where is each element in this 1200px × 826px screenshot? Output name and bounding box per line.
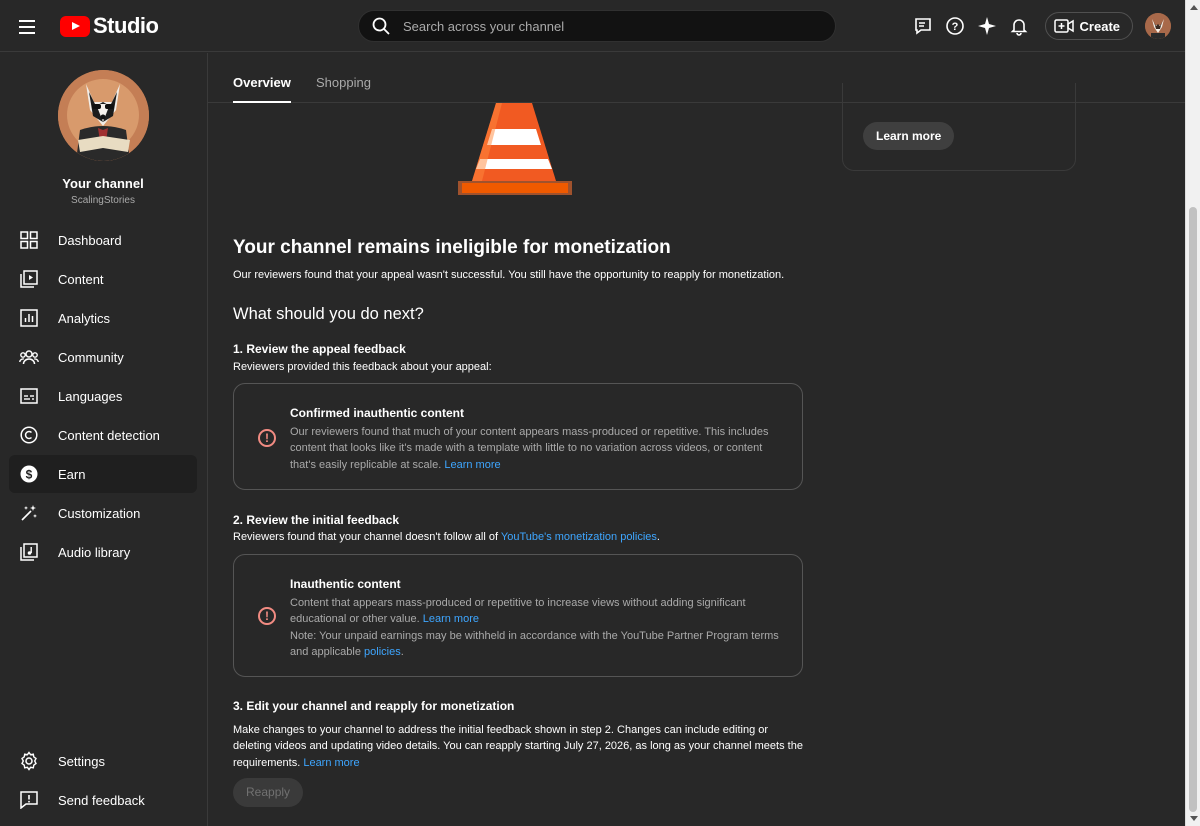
- channel-avatar[interactable]: [58, 70, 149, 161]
- sidebar-item-send-feedback[interactable]: Send feedback: [9, 781, 197, 819]
- initial-feedback-card: ! Inauthentic content Content that appea…: [233, 554, 803, 677]
- learn-more-button[interactable]: Learn more: [863, 122, 955, 150]
- scroll-up-arrow-icon[interactable]: [1190, 5, 1198, 10]
- page-title: Your channel remains ineligible for mone…: [233, 237, 671, 258]
- sidebar-item-label: Settings: [58, 753, 105, 769]
- top-bar: Studio ? Create: [0, 0, 1185, 52]
- sidebar-item-settings[interactable]: Settings: [9, 742, 197, 780]
- monetization-policies-link[interactable]: YouTube's monetization policies: [501, 531, 657, 543]
- sidebar-item-label: Analytics: [58, 310, 111, 326]
- sidebar-item-content-detection[interactable]: Content detection: [9, 416, 197, 454]
- step2-title: 2. Review the initial feedback: [233, 513, 400, 527]
- traffic-cone-illustration: [458, 103, 572, 195]
- channel-handle: ScalingStories: [71, 195, 135, 206]
- appeal-feedback-title: Confirmed inauthentic content: [290, 406, 464, 420]
- sidebar-item-languages[interactable]: Languages: [9, 377, 197, 415]
- svg-text:$: $: [26, 468, 33, 482]
- side-card-text-fragment: [863, 98, 1043, 104]
- initial-feedback-body: Content that appears mass-produced or re…: [290, 595, 790, 660]
- sidebar: Your channel ScalingStories Dashboard Co…: [0, 53, 208, 826]
- sidebar-item-dashboard[interactable]: Dashboard: [9, 221, 197, 259]
- languages-icon: [19, 386, 39, 406]
- feedback-icon: [19, 790, 39, 810]
- tab-overview[interactable]: Overview: [233, 53, 291, 103]
- initial-feedback-title: Inauthentic content: [290, 577, 401, 591]
- account-avatar[interactable]: [1145, 13, 1171, 39]
- audio-library-icon: [19, 542, 39, 562]
- sidebar-item-label: Send feedback: [58, 792, 145, 808]
- community-icon: [19, 347, 39, 367]
- sidebar-item-label: Dashboard: [58, 232, 122, 248]
- sidebar-item-label: Content: [58, 271, 104, 287]
- sidebar-item-earn[interactable]: $ Earn: [9, 455, 197, 493]
- learn-more-link[interactable]: Learn more: [303, 757, 359, 769]
- comments-icon[interactable]: [907, 10, 939, 42]
- sidebar-item-label: Languages: [58, 388, 123, 404]
- sparkle-icon[interactable]: [971, 10, 1003, 42]
- learn-more-link[interactable]: Learn more: [423, 613, 479, 625]
- step3-text: Make changes to your channel to address …: [233, 722, 803, 771]
- sidebar-item-label: Earn: [58, 466, 86, 482]
- reapply-button[interactable]: Reapply: [233, 778, 304, 807]
- content-detection-icon: [19, 425, 39, 445]
- step3-title: 3. Edit your channel and reapply for mon…: [233, 699, 515, 713]
- sidebar-bottom-nav: Settings Send feedback: [9, 742, 197, 820]
- settings-icon: [19, 751, 39, 771]
- note-end: .: [400, 645, 404, 658]
- step2-text-before: Reviewers found that your channel doesn'…: [233, 531, 501, 543]
- main-content: Overview Shopping Learn more Your channe…: [208, 53, 1185, 826]
- earn-icon: $: [19, 464, 39, 484]
- page-subtitle: Our reviewers found that your appeal was…: [233, 269, 785, 281]
- search-bar[interactable]: [358, 10, 836, 42]
- create-video-icon: [1053, 19, 1074, 33]
- sidebar-item-label: Audio library: [58, 544, 131, 560]
- search-input[interactable]: [403, 18, 835, 34]
- sidebar-nav: Dashboard Content Analytics Community La…: [9, 221, 197, 572]
- appeal-feedback-text: Our reviewers found that much of your co…: [290, 426, 769, 471]
- search-icon[interactable]: [359, 16, 403, 36]
- sidebar-item-customization[interactable]: Customization: [9, 494, 197, 532]
- dashboard-icon: [19, 230, 39, 250]
- svg-text:?: ?: [951, 21, 958, 33]
- logo-text: Studio: [93, 13, 159, 38]
- scrollbar-thumb[interactable]: [1189, 207, 1197, 812]
- next-steps-heading: What should you do next?: [233, 305, 424, 323]
- step1-title: 1. Review the appeal feedback: [233, 342, 406, 356]
- scroll-down-arrow-icon[interactable]: [1190, 816, 1198, 821]
- analytics-icon: [19, 308, 39, 328]
- content-icon: [19, 269, 39, 289]
- tab-shopping[interactable]: Shopping: [316, 53, 371, 103]
- create-label: Create: [1079, 18, 1120, 34]
- sidebar-item-community[interactable]: Community: [9, 338, 197, 376]
- sidebar-item-label: Community: [58, 349, 124, 365]
- warning-icon: !: [258, 607, 276, 625]
- step2-text-after: .: [656, 531, 660, 543]
- help-icon[interactable]: ?: [939, 10, 971, 42]
- channel-name[interactable]: Your channel: [0, 176, 206, 191]
- initial-feedback-text: Content that appears mass-produced or re…: [290, 597, 746, 626]
- menu-icon[interactable]: [19, 16, 41, 36]
- youtube-logo-icon: [60, 15, 90, 37]
- page-scrollbar[interactable]: [1185, 0, 1200, 826]
- create-button[interactable]: Create: [1044, 12, 1133, 40]
- sidebar-item-content[interactable]: Content: [9, 260, 197, 298]
- policies-link[interactable]: policies: [364, 646, 401, 658]
- appeal-feedback-card: ! Confirmed inauthentic content Our revi…: [233, 383, 803, 490]
- customization-icon: [19, 503, 39, 523]
- notifications-bell-icon[interactable]: [1003, 10, 1035, 42]
- studio-logo[interactable]: Studio: [60, 13, 159, 39]
- step2-text: Reviewers found that your channel doesn'…: [233, 531, 660, 543]
- sidebar-item-label: Content detection: [58, 427, 160, 443]
- learn-more-link[interactable]: Learn more: [444, 459, 500, 471]
- step1-text: Reviewers provided this feedback about y…: [233, 361, 492, 373]
- sidebar-item-analytics[interactable]: Analytics: [9, 299, 197, 337]
- sidebar-item-label: Customization: [58, 505, 141, 521]
- sidebar-item-audio-library[interactable]: Audio library: [9, 533, 197, 571]
- appeal-feedback-body: Our reviewers found that much of your co…: [290, 424, 790, 473]
- side-info-card: Learn more: [842, 83, 1076, 171]
- warning-icon: !: [258, 429, 276, 447]
